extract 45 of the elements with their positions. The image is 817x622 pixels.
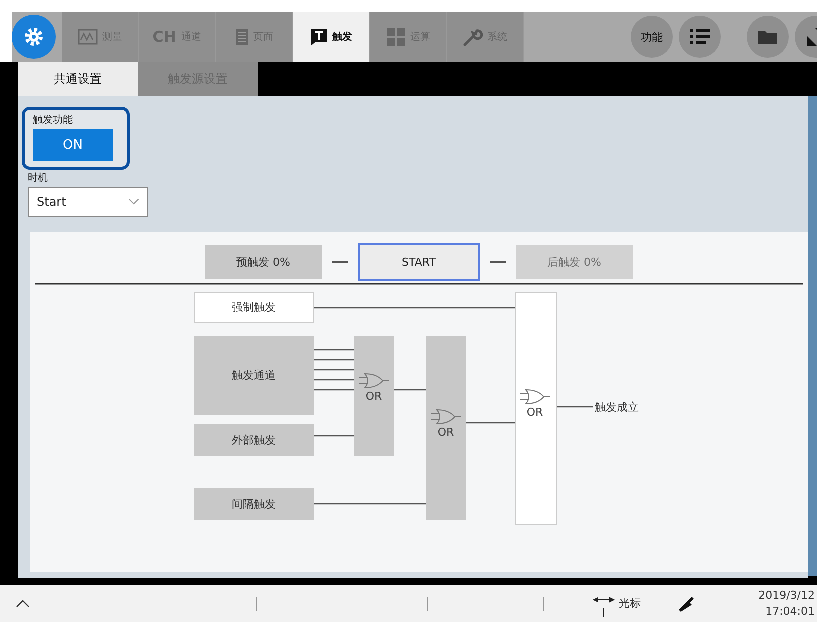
- signal-line: [314, 359, 354, 361]
- signal-line: [466, 422, 515, 424]
- or-gate-icon: [431, 408, 461, 426]
- signal-line: [314, 389, 354, 391]
- folder-button[interactable]: [747, 16, 789, 58]
- signal-line: [555, 406, 593, 408]
- list-button[interactable]: [679, 16, 721, 58]
- waveform-icon: [78, 29, 98, 45]
- toggle-button[interactable]: ON: [33, 129, 113, 161]
- or-gate-icon: [359, 372, 389, 390]
- settings-button[interactable]: [12, 15, 56, 59]
- signal-line: [314, 349, 354, 351]
- settings-tab[interactable]: 共通设置: [18, 62, 138, 96]
- folder-icon: [757, 29, 779, 45]
- status-date: 2019/3/12: [758, 588, 815, 604]
- calculator-icon: [386, 27, 406, 47]
- trigger-source-block: 触发通道: [194, 336, 314, 415]
- gate-label: OR: [366, 390, 382, 403]
- signal-line: [314, 435, 354, 437]
- output-label: 触发成立: [595, 400, 639, 415]
- document-icon: [234, 28, 248, 46]
- pre-trigger-button[interactable]: 预触发 0%: [205, 245, 322, 279]
- timing-dropdown[interactable]: Start: [28, 187, 148, 217]
- function-button[interactable]: 功能: [631, 16, 673, 58]
- trigger-source-block: 间隔触发: [194, 488, 314, 520]
- status-time: 17:04:01: [766, 604, 815, 620]
- or-gate-icon: [520, 388, 550, 406]
- trigger-source-block: 外部触发: [194, 424, 314, 456]
- trigger-icon: [310, 28, 328, 46]
- gate-label: OR: [438, 426, 454, 439]
- settings-icon: [23, 26, 45, 48]
- trigger-source-block: 强制触发: [194, 292, 314, 323]
- gate-label: OR: [526, 406, 544, 419]
- start-marker: START: [358, 243, 480, 281]
- field-label: 时机: [28, 172, 49, 185]
- list-icon: [690, 29, 710, 45]
- signal-line: [394, 389, 426, 391]
- toolbar-tab[interactable]: 触发: [293, 12, 370, 62]
- chevron-icon: [129, 199, 139, 205]
- wrench-icon: [462, 27, 482, 47]
- cursor-label[interactable]: 光标: [619, 596, 641, 611]
- caret-icon[interactable]: [16, 600, 30, 608]
- signal-line: [314, 379, 354, 381]
- signal-line: [314, 369, 354, 371]
- field-label: 触发功能: [33, 114, 74, 127]
